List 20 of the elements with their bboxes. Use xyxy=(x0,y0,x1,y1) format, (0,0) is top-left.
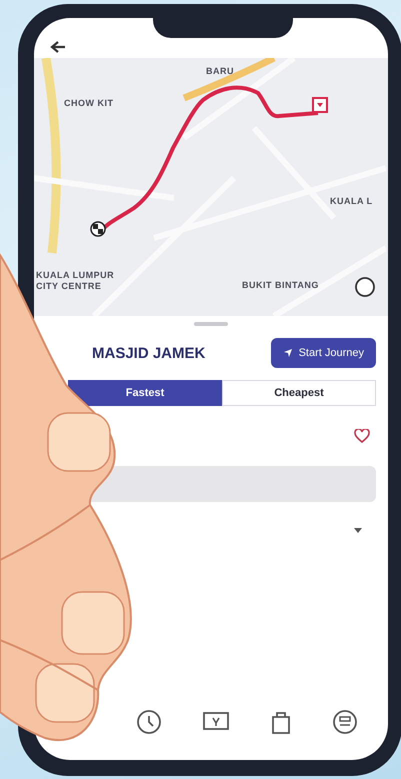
locate-icon[interactable] xyxy=(354,276,376,298)
profile-icon[interactable] xyxy=(332,709,358,735)
destination-marker-icon xyxy=(312,97,328,113)
bag-icon[interactable] xyxy=(270,709,292,735)
clock-icon[interactable] xyxy=(136,709,162,735)
map-label: KUALA L xyxy=(330,196,374,207)
map-label: CHOW KIT xyxy=(64,98,114,109)
route-tab[interactable]: Cheapest xyxy=(222,380,376,406)
route-tab[interactable]: Fastest xyxy=(68,380,222,406)
navigation-arrow-icon xyxy=(282,348,293,358)
dropdown-caret-icon[interactable] xyxy=(354,528,362,532)
map[interactable]: BARU CHOW KIT KUALA L KUALA LUMPUR CITY CENTRE BUKIT BINTANG xyxy=(34,58,388,316)
back-arrow-icon[interactable] xyxy=(50,40,66,54)
start-journey-button[interactable]: Start Journey xyxy=(270,338,376,368)
map-label: BUKIT BINTANG xyxy=(242,280,320,291)
heart-icon[interactable] xyxy=(354,429,370,443)
checkered-flag-icon xyxy=(90,221,106,237)
destination-title: MASJID JAMEK xyxy=(92,344,206,362)
map-label: KUALA LUMPUR CITY CENTRE xyxy=(36,270,116,292)
map-label: BARU xyxy=(206,66,235,77)
